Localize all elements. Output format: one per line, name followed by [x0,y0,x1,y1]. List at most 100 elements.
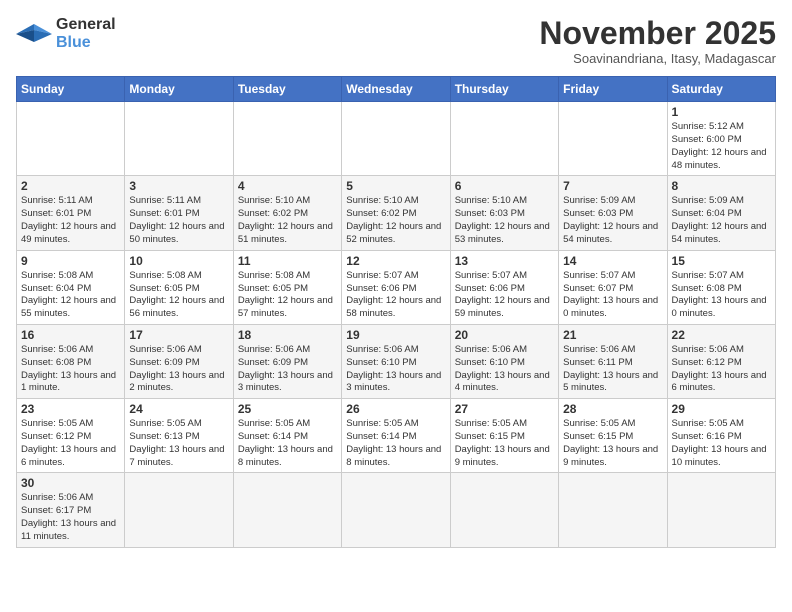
day-info: Sunrise: 5:10 AM Sunset: 6:02 PM Dayligh… [346,195,445,246]
day-info: Sunrise: 5:07 AM Sunset: 6:08 PM Dayligh… [672,270,771,321]
day-number: 25 [238,402,337,416]
day-number: 3 [129,179,228,193]
day-number: 1 [672,105,771,119]
logo-text: General Blue [56,16,116,51]
header: General Blue November 2025 Soavinandrian… [16,16,776,66]
day-number: 30 [21,476,120,490]
calendar-header-row: Sunday Monday Tuesday Wednesday Thursday… [17,77,776,102]
table-row: 12 Sunrise: 5:07 AM Sunset: 6:06 PM Dayli… [342,250,450,324]
table-row: 5 Sunrise: 5:10 AM Sunset: 6:02 PM Daylig… [342,176,450,250]
calendar-week-row: 30Sunrise: 5:06 AM Sunset: 6:17 PM Dayli… [17,473,776,547]
calendar-week-row: 2Sunrise: 5:11 AM Sunset: 6:01 PM Daylig… [17,176,776,250]
table-row: 6 Sunrise: 5:10 AM Sunset: 6:03 PM Daylig… [450,176,558,250]
subtitle: Soavinandriana, Itasy, Madagascar [539,51,776,66]
day-info: Sunrise: 5:12 AM Sunset: 6:00 PM Dayligh… [672,121,771,172]
table-row [125,102,233,176]
day-number: 21 [563,328,662,342]
day-info: Sunrise: 5:07 AM Sunset: 6:06 PM Dayligh… [346,270,445,321]
day-info: Sunrise: 5:11 AM Sunset: 6:01 PM Dayligh… [21,195,120,246]
day-number: 4 [238,179,337,193]
day-info: Sunrise: 5:09 AM Sunset: 6:03 PM Dayligh… [563,195,662,246]
day-number: 28 [563,402,662,416]
table-row [17,102,125,176]
table-row [450,473,558,547]
table-row: 2Sunrise: 5:11 AM Sunset: 6:01 PM Daylig… [17,176,125,250]
col-sunday: Sunday [17,77,125,102]
day-info: Sunrise: 5:06 AM Sunset: 6:09 PM Dayligh… [238,344,337,395]
table-row [667,473,775,547]
calendar-table: Sunday Monday Tuesday Wednesday Thursday… [16,76,776,548]
day-info: Sunrise: 5:06 AM Sunset: 6:08 PM Dayligh… [21,344,120,395]
table-row [450,102,558,176]
day-info: Sunrise: 5:05 AM Sunset: 6:13 PM Dayligh… [129,418,228,469]
day-info: Sunrise: 5:05 AM Sunset: 6:16 PM Dayligh… [672,418,771,469]
calendar-week-row: 16 Sunrise: 5:06 AM Sunset: 6:08 PM Dayli… [17,324,776,398]
logo: General Blue [16,16,116,51]
table-row: 4 Sunrise: 5:10 AM Sunset: 6:02 PM Daylig… [233,176,341,250]
table-row [559,473,667,547]
day-info: Sunrise: 5:05 AM Sunset: 6:14 PM Dayligh… [238,418,337,469]
table-row: 27 Sunrise: 5:05 AM Sunset: 6:15 PM Dayli… [450,399,558,473]
day-number: 6 [455,179,554,193]
day-info: Sunrise: 5:10 AM Sunset: 6:03 PM Dayligh… [455,195,554,246]
day-number: 13 [455,254,554,268]
day-number: 12 [346,254,445,268]
day-number: 22 [672,328,771,342]
day-info: Sunrise: 5:11 AM Sunset: 6:01 PM Dayligh… [129,195,228,246]
table-row: 3 Sunrise: 5:11 AM Sunset: 6:01 PM Daylig… [125,176,233,250]
day-info: Sunrise: 5:07 AM Sunset: 6:06 PM Dayligh… [455,270,554,321]
table-row: 11Sunrise: 5:08 AM Sunset: 6:05 PM Dayli… [233,250,341,324]
table-row: 30Sunrise: 5:06 AM Sunset: 6:17 PM Dayli… [17,473,125,547]
col-saturday: Saturday [667,77,775,102]
table-row: 21 Sunrise: 5:06 AM Sunset: 6:11 PM Dayli… [559,324,667,398]
table-row: 9 Sunrise: 5:08 AM Sunset: 6:04 PM Daylig… [17,250,125,324]
day-info: Sunrise: 5:08 AM Sunset: 6:04 PM Dayligh… [21,270,120,321]
day-number: 11 [238,254,337,268]
table-row [125,473,233,547]
day-number: 26 [346,402,445,416]
col-wednesday: Wednesday [342,77,450,102]
day-number: 15 [672,254,771,268]
calendar-week-row: 23 Sunrise: 5:05 AM Sunset: 6:12 PM Dayli… [17,399,776,473]
day-number: 8 [672,179,771,193]
day-number: 16 [21,328,120,342]
day-info: Sunrise: 5:05 AM Sunset: 6:15 PM Dayligh… [455,418,554,469]
table-row: 25 Sunrise: 5:05 AM Sunset: 6:14 PM Dayli… [233,399,341,473]
calendar-week-row: 1 Sunrise: 5:12 AM Sunset: 6:00 PM Daylig… [17,102,776,176]
title-block: November 2025 Soavinandriana, Itasy, Mad… [539,16,776,66]
table-row: 16 Sunrise: 5:06 AM Sunset: 6:08 PM Dayli… [17,324,125,398]
day-number: 9 [21,254,120,268]
col-monday: Monday [125,77,233,102]
day-number: 24 [129,402,228,416]
calendar-week-row: 9 Sunrise: 5:08 AM Sunset: 6:04 PM Daylig… [17,250,776,324]
table-row [342,102,450,176]
day-info: Sunrise: 5:05 AM Sunset: 6:15 PM Dayligh… [563,418,662,469]
table-row [233,473,341,547]
day-number: 23 [21,402,120,416]
day-number: 27 [455,402,554,416]
table-row: 22Sunrise: 5:06 AM Sunset: 6:12 PM Dayli… [667,324,775,398]
page: General Blue November 2025 Soavinandrian… [0,0,792,612]
day-number: 5 [346,179,445,193]
table-row: 13 Sunrise: 5:07 AM Sunset: 6:06 PM Dayli… [450,250,558,324]
table-row: 10Sunrise: 5:08 AM Sunset: 6:05 PM Dayli… [125,250,233,324]
day-info: Sunrise: 5:05 AM Sunset: 6:12 PM Dayligh… [21,418,120,469]
table-row: 24 Sunrise: 5:05 AM Sunset: 6:13 PM Dayli… [125,399,233,473]
table-row: 29Sunrise: 5:05 AM Sunset: 6:16 PM Dayli… [667,399,775,473]
day-number: 19 [346,328,445,342]
table-row: 17Sunrise: 5:06 AM Sunset: 6:09 PM Dayli… [125,324,233,398]
day-info: Sunrise: 5:06 AM Sunset: 6:10 PM Dayligh… [455,344,554,395]
table-row: 20Sunrise: 5:06 AM Sunset: 6:10 PM Dayli… [450,324,558,398]
table-row: 8 Sunrise: 5:09 AM Sunset: 6:04 PM Daylig… [667,176,775,250]
table-row: 28 Sunrise: 5:05 AM Sunset: 6:15 PM Dayli… [559,399,667,473]
col-friday: Friday [559,77,667,102]
day-number: 7 [563,179,662,193]
table-row: 1 Sunrise: 5:12 AM Sunset: 6:00 PM Daylig… [667,102,775,176]
table-row [233,102,341,176]
day-info: Sunrise: 5:09 AM Sunset: 6:04 PM Dayligh… [672,195,771,246]
table-row: 15 Sunrise: 5:07 AM Sunset: 6:08 PM Dayli… [667,250,775,324]
table-row: 23 Sunrise: 5:05 AM Sunset: 6:12 PM Dayli… [17,399,125,473]
day-number: 18 [238,328,337,342]
day-info: Sunrise: 5:10 AM Sunset: 6:02 PM Dayligh… [238,195,337,246]
day-info: Sunrise: 5:06 AM Sunset: 6:11 PM Dayligh… [563,344,662,395]
